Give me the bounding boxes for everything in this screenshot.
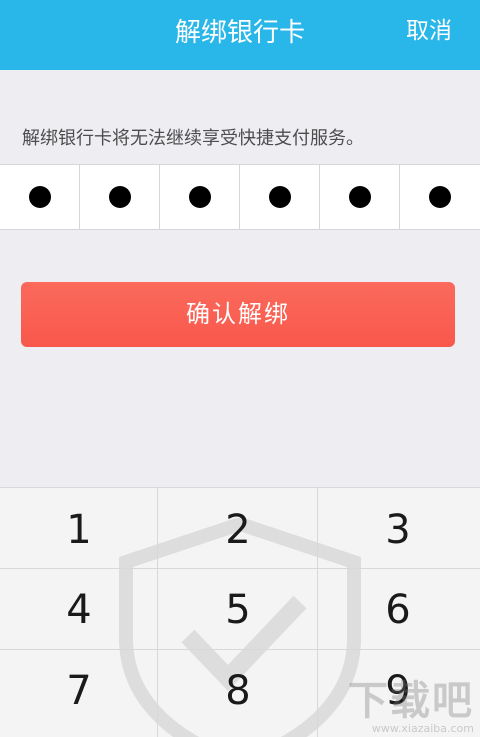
key-3[interactable]: 3	[319, 490, 477, 570]
secure-keypad: 1 2 3 4 5 6 7 8 9 下载吧 www.xiazaiba.com	[0, 487, 480, 737]
key-4[interactable]: 4	[0, 570, 158, 650]
pin-dot	[429, 186, 451, 208]
pin-cell-4	[240, 165, 320, 229]
key-2[interactable]: 2	[159, 490, 317, 570]
watermark: 下载吧 www.xiazaiba.com	[348, 679, 474, 735]
pin-dot	[108, 186, 131, 208]
confirm-unbind-button[interactable]: 确认解绑	[21, 282, 455, 347]
cancel-button[interactable]: 取消	[406, 0, 452, 70]
key-6[interactable]: 6	[319, 570, 477, 650]
pin-dot	[268, 186, 291, 208]
key-5[interactable]: 5	[159, 570, 317, 650]
keypad-divider	[317, 488, 318, 737]
unbind-notice: 解绑银行卡将无法继续享受快捷支付服务。	[22, 128, 364, 149]
title-bar: 解绑银行卡 取消	[0, 0, 480, 70]
key-7[interactable]: 7	[0, 651, 158, 731]
pin-cell-3	[160, 165, 240, 229]
key-1[interactable]: 1	[0, 490, 158, 570]
key-8[interactable]: 8	[159, 651, 317, 731]
watermark-logo: 下载吧	[348, 678, 474, 724]
pin-dot	[188, 186, 211, 208]
watermark-url: www.xiazaiba.com	[371, 722, 474, 735]
pin-cell-5	[320, 165, 400, 229]
pin-dot	[28, 186, 51, 208]
password-input[interactable]	[0, 164, 480, 230]
pin-cell-1	[0, 165, 80, 229]
pin-cell-2	[80, 165, 160, 229]
pin-dot	[348, 186, 371, 208]
pin-cell-6	[400, 165, 480, 229]
